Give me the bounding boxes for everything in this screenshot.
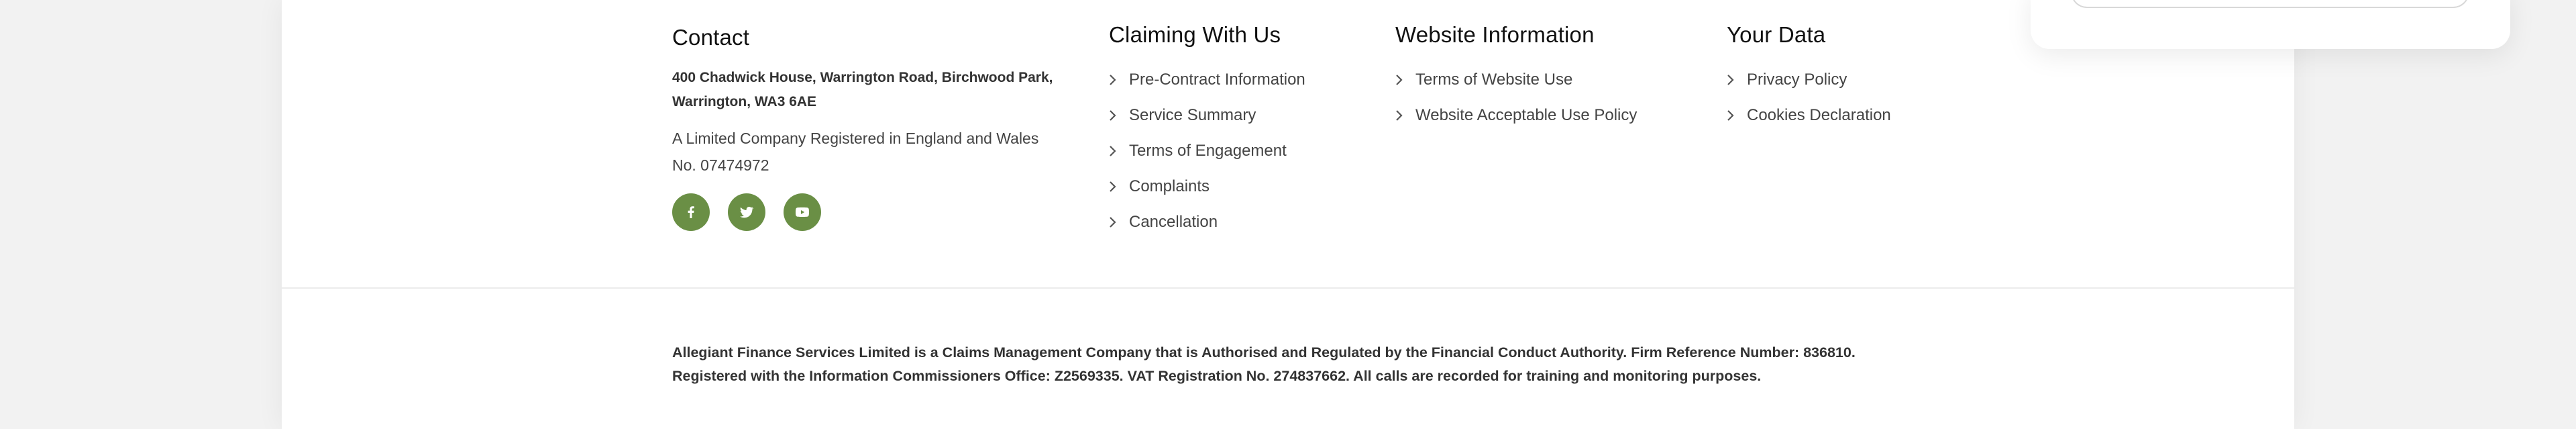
- facebook-icon[interactable]: [672, 193, 710, 231]
- youtube-icon[interactable]: [784, 193, 821, 231]
- your-data-column: Your Data Privacy Policy Cookies Declara…: [1727, 20, 1968, 133]
- website-information-column: Website Information Terms of Website Use…: [1395, 20, 1704, 133]
- chevron-right-icon: [1395, 74, 1415, 86]
- your-data-links: Privacy Policy Cookies Declaration: [1727, 62, 1968, 133]
- chevron-right-icon: [1727, 109, 1747, 122]
- chevron-right-icon: [1727, 74, 1747, 86]
- chevron-right-icon: [1395, 109, 1415, 122]
- page-container: Contact 400 Chadwick House, Warrington R…: [282, 0, 2294, 429]
- website-information-heading: Website Information: [1395, 22, 1595, 47]
- website-information-links: Terms of Website Use Website Acceptable …: [1395, 62, 1704, 133]
- card-input-field[interactable]: [2071, 0, 2469, 8]
- link-label: Cancellation: [1129, 212, 1218, 231]
- link-terms-of-website-use[interactable]: Terms of Website Use: [1395, 62, 1704, 97]
- link-label: Terms of Engagement: [1129, 141, 1287, 160]
- link-label: Cookies Declaration: [1747, 105, 1891, 124]
- legal-line-1: Allegiant Finance Services Limited is a …: [672, 344, 1856, 361]
- contact-address: 400 Chadwick House, Warrington Road, Bir…: [672, 70, 1053, 109]
- link-complaints[interactable]: Complaints: [1109, 169, 1377, 204]
- twitter-icon[interactable]: [728, 193, 765, 231]
- chevron-right-icon: [1109, 216, 1129, 228]
- link-label: Complaints: [1129, 177, 1210, 195]
- chevron-right-icon: [1109, 145, 1129, 157]
- claiming-heading: Claiming With Us: [1109, 22, 1281, 47]
- link-website-acceptable-use-policy[interactable]: Website Acceptable Use Policy: [1395, 97, 1704, 133]
- link-cookies-declaration[interactable]: Cookies Declaration: [1727, 97, 1968, 133]
- link-privacy-policy[interactable]: Privacy Policy: [1727, 62, 1968, 97]
- legal-line-2: Registered with the Information Commissi…: [672, 368, 1762, 384]
- legal-disclaimer: Allegiant Finance Services Limited is a …: [672, 341, 2215, 388]
- link-cancellation[interactable]: Cancellation: [1109, 204, 1377, 240]
- claiming-column: Claiming With Us Pre-Contract Informatio…: [1109, 20, 1377, 240]
- link-pre-contract-information[interactable]: Pre-Contract Information: [1109, 62, 1377, 97]
- social-links: [672, 193, 1075, 231]
- chevron-right-icon: [1109, 109, 1129, 122]
- link-label: Pre-Contract Information: [1129, 70, 1305, 89]
- link-service-summary[interactable]: Service Summary: [1109, 97, 1377, 133]
- floating-card: [2031, 0, 2510, 49]
- link-label: Terms of Website Use: [1415, 70, 1573, 89]
- your-data-heading: Your Data: [1727, 22, 1826, 47]
- footer-divider: [282, 287, 2294, 289]
- link-label: Service Summary: [1129, 105, 1256, 124]
- chevron-right-icon: [1109, 74, 1129, 86]
- contact-column: Contact 400 Chadwick House, Warrington R…: [672, 23, 1075, 231]
- chevron-right-icon: [1109, 181, 1129, 193]
- link-terms-of-engagement[interactable]: Terms of Engagement: [1109, 133, 1377, 169]
- contact-heading: Contact: [672, 25, 750, 50]
- claiming-links: Pre-Contract Information Service Summary…: [1109, 62, 1377, 240]
- link-label: Privacy Policy: [1747, 70, 1847, 89]
- link-label: Website Acceptable Use Policy: [1415, 105, 1638, 124]
- footer-top: Contact 400 Chadwick House, Warrington R…: [282, 0, 2294, 287]
- company-registration: A Limited Company Registered in England …: [672, 130, 1039, 174]
